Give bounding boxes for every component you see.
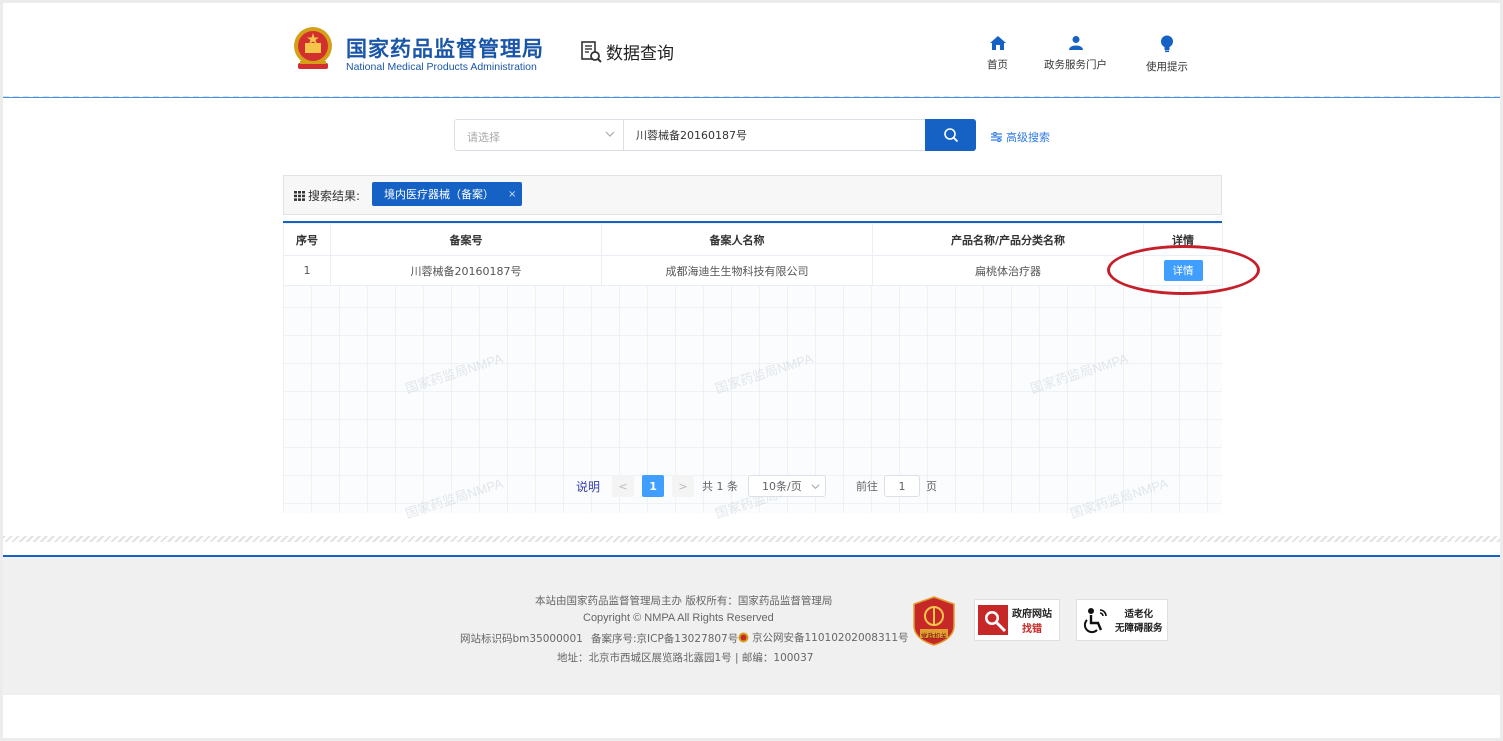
gov-site-error-badge[interactable]: 政府网站 找错 [974,599,1060,641]
nav-home[interactable]: 首页 [987,35,1008,72]
accessibility-badge[interactable]: 适老化 无障碍服务 [1076,599,1168,641]
search-result-text: 搜索结果: [308,189,361,203]
elderly-friendly-label: 适老化 [1124,609,1154,620]
filter-sliders-icon [991,132,1002,142]
footer-icp-link[interactable]: 备案序号:京ICP备13027807号 [591,631,738,646]
home-icon [989,36,1006,50]
watermark: 国家药监局NMPA [1068,475,1170,522]
chevron-down-icon [605,131,615,137]
advanced-search-label: 高级搜索 [1006,131,1050,144]
footer-police-text: 京公网安备11010202008311号 [752,632,909,644]
goto-page-input[interactable] [884,475,921,497]
category-tag[interactable]: 境内医疗器械（备案） × [372,182,522,206]
party-gov-badge-label: 党政机关 [921,632,947,640]
nav-usage-tips[interactable]: 使用提示 [1146,35,1188,74]
category-tag-label: 境内医疗器械（备案） [384,188,494,201]
cell-index: 1 [283,255,331,286]
goto-label: 前往 [856,480,879,493]
accessibility-service-label: 无障碍服务 [1115,623,1163,634]
cell-registrant: 成都海迪生生物科技有限公司 [601,255,873,286]
category-select-placeholder: 请选择 [467,131,500,144]
footer-site-id: 网站标识码bm35000001 [460,633,583,645]
site-footer: 本站由国家药品监督管理局主办 版权所有：国家药品监督管理局 Copyright … [3,555,1500,695]
party-gov-badge[interactable]: 党政机关 [912,596,956,646]
gov-site-label: 政府网站 [1012,609,1052,620]
search-result-label: 搜索结果: [294,187,360,204]
page-unit-label: 页 [926,480,938,493]
tag-close-icon[interactable]: × [508,189,516,200]
column-header-index: 序号 [283,223,331,256]
results-table-area: 国家药监局NMPA 国家药监局NMPA 国家药监局NMPA 国家药监局NMPA … [283,221,1223,521]
brand-title-en: National Medical Products Administration [346,61,537,73]
nav-service-portal-label: 政务服务门户 [1044,59,1107,71]
brand-title-cn: 国家药品监督管理局 [346,37,544,61]
nav-usage-tips-label: 使用提示 [1146,61,1188,73]
footer-divider [3,536,1500,542]
footer-copyright: Copyright © NMPA All Rights Reserved [583,612,774,624]
nav-home-label: 首页 [987,59,1008,71]
lightbulb-icon [1161,35,1173,53]
search-result-bar: 搜索结果: 境内医疗器械（备案） × [283,175,1222,215]
pagination: 说明 < 1 > 共 1 条 10条/页 前往 页 [576,474,937,498]
page-size-select[interactable]: 10条/页 [748,475,827,497]
site-header: 国家药品监督管理局 National Medical Products Admi… [3,3,1500,98]
page-number-current[interactable]: 1 [642,475,665,497]
footer-address: 地址：北京市西城区展览路北露园1号 | 邮编：100037 [557,652,814,664]
column-header-registrant: 备案人名称 [601,223,873,256]
chevron-down-icon [811,484,820,490]
column-header-product: 产品名称/产品分类名称 [872,223,1144,256]
page-size-label: 10条/页 [762,480,802,493]
results-table: 序号 备案号 备案人名称 产品名称/产品分类名称 详情 1 川蓉械备201601… [283,223,1223,286]
police-emblem-icon [738,632,749,643]
footer-sponsor: 本站由国家药品监督管理局主办 版权所有：国家药品监督管理局 [535,595,833,607]
magnifier-error-icon [978,605,1008,635]
cell-product: 扁桃体治疗器 [872,255,1144,286]
pagination-explain-link[interactable]: 说明 [576,478,600,495]
column-header-record-no: 备案号 [330,223,602,256]
search-icon [943,128,958,143]
grid-icon [294,190,305,201]
prev-page-button[interactable]: < [612,475,635,497]
page-frame: 国家药品监督管理局 National Medical Products Admi… [3,3,1500,738]
find-error-label: 找错 [1022,624,1042,635]
footer-police-link[interactable]: 京公网安备11010202008311号 [738,630,909,645]
category-select[interactable]: 请选择 [454,119,624,151]
watermark: 国家药监局NMPA [403,475,505,522]
watermark: 国家药监局NMPA [713,350,815,397]
section-title: 数据查询 [606,44,674,64]
search-button[interactable] [925,119,976,151]
data-query-title: 数据查询 [579,39,674,64]
national-emblem-icon [294,27,332,69]
nav-service-portal[interactable]: 政务服务门户 [1044,35,1107,72]
cell-record-no: 川蓉械备20160187号 [330,255,602,286]
advanced-search-link[interactable]: 高级搜索 [991,129,1050,145]
user-icon [1068,36,1083,50]
watermark: 国家药监局NMPA [1028,350,1130,397]
search-input[interactable] [624,119,926,151]
watermark: 国家药监局NMPA [403,350,505,397]
next-page-button[interactable]: > [672,475,695,497]
table-header-row: 序号 备案号 备案人名称 产品名称/产品分类名称 详情 [283,223,1223,256]
document-search-icon [581,40,602,63]
pagination-total: 共 1 条 [702,480,739,493]
highlight-circle [1107,245,1260,295]
table-row: 1 川蓉械备20160187号 成都海迪生生物科技有限公司 扁桃体治疗器 详情 [283,255,1223,286]
accessibility-icon [1083,608,1107,634]
